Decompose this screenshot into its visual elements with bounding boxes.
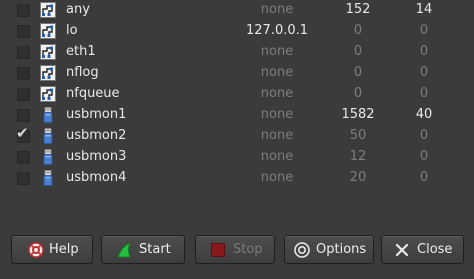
interface-packets-per-second: 0 [419,170,429,185]
interface-row[interactable]: ✔ usbmon2 none 50 0 [0,126,474,147]
usb-icon [40,107,56,123]
help-button[interactable]: Help [11,235,93,264]
interface-checkbox[interactable] [17,151,30,164]
interface-name: usbmon2 [66,128,127,143]
interface-packets: 12 [349,149,367,164]
start-label: Start [139,242,171,257]
network-interface-icon [40,65,56,81]
interface-packets: 0 [353,23,363,38]
interface-name: usbmon3 [66,149,127,164]
help-label: Help [49,242,79,257]
interface-row[interactable]: usbmon4 none 20 0 [0,168,474,189]
interface-row[interactable]: eth1 none 0 0 [0,42,474,63]
interface-packets: 50 [349,128,367,143]
interface-address: none [260,128,294,143]
interface-checkbox[interactable] [17,46,30,59]
help-icon [28,242,44,258]
interface-checkbox[interactable] [17,25,30,38]
interface-address: none [260,44,294,59]
close-icon [394,242,410,258]
interface-packets-per-second: 40 [415,107,433,122]
interface-packets: 0 [353,86,363,101]
interface-packets-per-second: 0 [419,44,429,59]
interface-checkbox[interactable] [17,67,30,80]
interface-packets: 0 [353,44,363,59]
interface-checkbox[interactable] [17,4,30,17]
interface-name: usbmon1 [66,107,127,122]
interface-address: 127.0.0.1 [246,23,309,38]
usb-icon [40,128,56,144]
interface-row[interactable]: nfqueue none 0 0 [0,84,474,105]
usb-icon [40,149,56,165]
options-label: Options [316,242,367,257]
interface-row[interactable]: nflog none 0 0 [0,63,474,84]
interface-row[interactable]: usbmon3 none 12 0 [0,147,474,168]
options-icon [294,242,310,258]
network-interface-icon [40,86,56,102]
interface-packets-per-second: 0 [419,86,429,101]
interface-checkbox[interactable]: ✔ [16,126,30,143]
interface-packets-per-second: 0 [419,65,429,80]
interface-packets-per-second: 0 [419,128,429,143]
interface-row[interactable]: any none 152 14 [0,0,474,21]
interface-name: lo [66,23,78,38]
options-button[interactable]: Options [284,235,374,264]
interface-packets: 152 [345,2,371,17]
interface-address: none [260,2,294,17]
interface-row[interactable]: usbmon1 none 1582 40 [0,105,474,126]
interface-checkbox[interactable] [17,109,30,122]
close-button[interactable]: Close [381,235,464,264]
usb-icon [40,170,56,186]
network-interface-icon [40,23,56,39]
interface-packets: 0 [353,65,363,80]
interface-name: any [66,2,90,17]
interface-packets-per-second: 0 [419,23,429,38]
checkmark-icon: ✔ [16,124,29,142]
interface-packets: 1582 [341,107,375,122]
interface-name: usbmon4 [66,170,127,185]
stop-label: Stop [233,242,263,257]
close-label: Close [417,242,453,257]
interface-packets: 20 [349,170,367,185]
button-bar: Help Start Stop Options Close [0,235,474,267]
interface-address: none [260,149,294,164]
interface-checkbox[interactable] [17,172,30,185]
interface-address: none [260,170,294,185]
interface-address: none [260,65,294,80]
interface-row[interactable]: lo 127.0.0.1 0 0 [0,21,474,42]
interface-packets-per-second: 14 [415,2,433,17]
start-button[interactable]: Start [101,235,185,264]
interface-name: nflog [66,65,99,80]
interface-address: none [260,86,294,101]
stop-button[interactable]: Stop [195,235,275,264]
interface-name: nfqueue [66,86,120,101]
stop-icon [210,242,226,258]
network-interface-icon [40,2,56,18]
network-interface-icon [40,44,56,60]
interface-list: any none 152 14 lo 127.0.0.1 0 0 eth1 none 0 0 nflog… [0,0,474,190]
interface-packets-per-second: 0 [419,149,429,164]
interface-name: eth1 [66,44,96,59]
shark-fin-start-icon [116,242,132,258]
interface-address: none [260,107,294,122]
interface-checkbox[interactable] [17,88,30,101]
